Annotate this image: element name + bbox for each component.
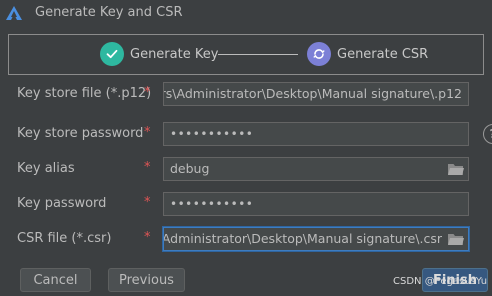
required-mark: * <box>144 85 151 100</box>
folder-icon[interactable] <box>447 231 465 247</box>
field-label: Key store password <box>17 126 144 141</box>
generate-key-csr-dialog: Generate Key and CSR Generate Key Genera… <box>0 0 492 296</box>
wizard-stepper: Generate Key Generate CSR <box>8 34 484 75</box>
step-connector <box>218 54 298 55</box>
key-store-password-input[interactable]: ••••••••••• <box>163 122 469 146</box>
cancel-button[interactable]: Cancel <box>20 268 91 292</box>
step-label: Generate CSR <box>337 46 429 62</box>
required-mark: * <box>144 230 151 245</box>
form-row-key-password: Key password * ••••••••••• <box>0 192 492 218</box>
required-mark: * <box>144 160 151 175</box>
step-generate-csr: Generate CSR <box>307 42 428 66</box>
form-row-csr-file: CSR file (*.csr) * C:\Users\Administrato… <box>0 227 492 253</box>
field-label: Key alias <box>17 161 75 176</box>
previous-button[interactable]: Previous <box>108 268 185 292</box>
watermark-text: CSDN @PegasusYu <box>393 276 488 287</box>
help-icon[interactable]: ? <box>483 124 492 144</box>
field-label: Key password <box>17 196 107 211</box>
step-generate-key: Generate Key <box>100 42 218 66</box>
folder-icon[interactable] <box>447 161 465 177</box>
harmony-logo-icon <box>6 6 22 20</box>
check-icon <box>100 42 124 66</box>
required-mark: * <box>144 195 151 210</box>
step-label: Generate Key <box>130 46 219 62</box>
sync-icon <box>307 42 331 66</box>
required-mark: * <box>144 125 151 140</box>
window-title: Generate Key and CSR <box>35 5 183 20</box>
key-alias-input[interactable]: debug <box>163 157 469 181</box>
form-row-key-store-password: Key store password * ••••••••••• ? <box>0 122 492 148</box>
field-label: Key store file (*.p12) <box>17 86 152 101</box>
key-store-file-input[interactable]: C:\Users\Administrator\Desktop\Manual si… <box>163 82 469 106</box>
form-row-key-alias: Key alias * debug <box>0 157 492 183</box>
csr-file-input[interactable]: C:\Users\Administrator\Desktop\Manual si… <box>163 227 469 251</box>
field-label: CSR file (*.csr) <box>17 231 112 246</box>
key-password-input[interactable]: ••••••••••• <box>163 192 469 216</box>
title-bar: Generate Key and CSR <box>0 0 492 27</box>
form-row-key-store-file: Key store file (*.p12) * C:\Users\Admini… <box>0 82 492 108</box>
